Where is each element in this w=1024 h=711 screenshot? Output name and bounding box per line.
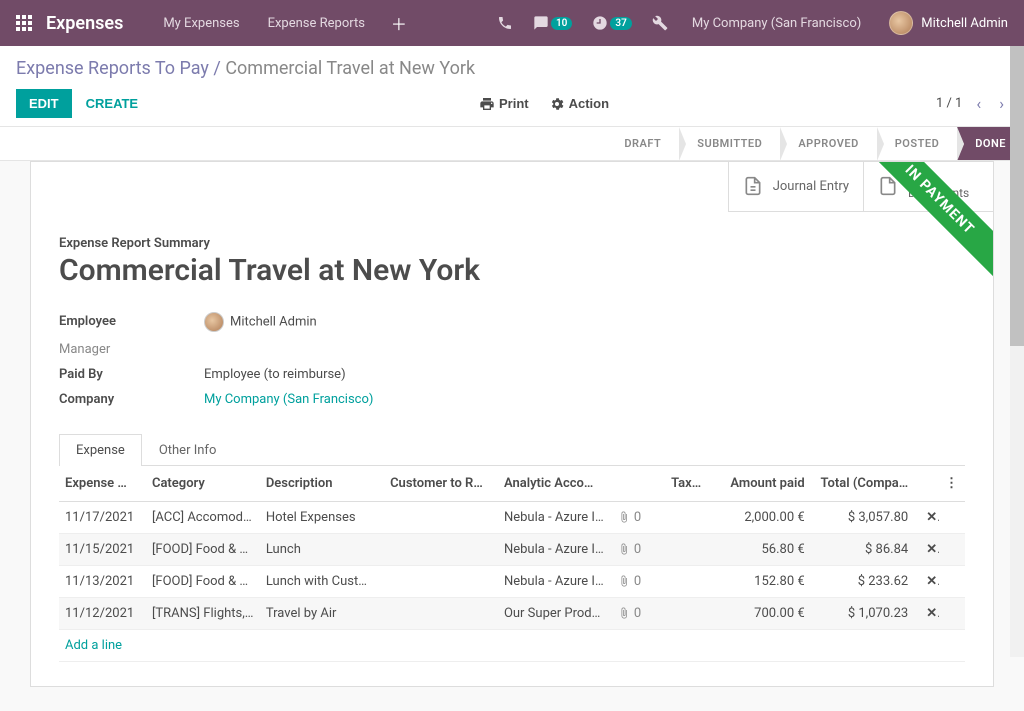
table-row[interactable]: 11/13/2021[FOOD] Food & …Lunch with Cust… [59, 565, 965, 597]
col-header[interactable]: Expense … [59, 466, 146, 502]
expense-table: Expense …CategoryDescriptionCustomer to … [59, 466, 965, 662]
col-header[interactable]: Description [260, 466, 384, 502]
scrollbar-thumb[interactable] [1010, 46, 1024, 346]
summary-label: Expense Report Summary [59, 236, 965, 251]
print-button[interactable]: Print [469, 90, 539, 118]
tabs: Expense Other Info [59, 433, 965, 466]
tab-expense[interactable]: Expense [59, 434, 142, 466]
table-row[interactable]: 11/12/2021[TRANS] Flights,…Travel by Air… [59, 597, 965, 629]
col-header[interactable] [612, 466, 664, 502]
new-icon[interactable]: ＋ [379, 11, 419, 35]
table-row[interactable]: 11/17/2021[ACC] Accomod…Hotel ExpensesNe… [59, 501, 965, 533]
messages-badge: 10 [551, 17, 572, 30]
col-header[interactable]: Analytic Acco… [498, 466, 612, 502]
top-navbar: Expenses My Expenses Expense Reports ＋ 1… [0, 0, 1024, 46]
status-bar: DRAFTSUBMITTEDAPPROVEDPOSTEDDONE [0, 126, 1024, 161]
activities-icon[interactable]: 37 [582, 15, 641, 31]
paidby-value: Employee (to reimburse) [204, 367, 346, 382]
tab-other-info[interactable]: Other Info [142, 434, 234, 466]
paidby-label: Paid By [59, 367, 204, 382]
manager-label: Manager [59, 342, 204, 357]
delete-row-icon[interactable]: ✕ [920, 542, 937, 557]
col-header[interactable]: Total (Compa… [811, 466, 915, 502]
paperclip-icon [618, 607, 630, 619]
col-header[interactable]: Tax… [664, 466, 708, 502]
app-title[interactable]: Expenses [46, 13, 123, 34]
status-step-posted[interactable]: POSTED [877, 127, 958, 160]
nav-expense-reports[interactable]: Expense Reports [254, 16, 379, 31]
phone-icon[interactable] [487, 15, 523, 31]
breadcrumb-current: Commercial Travel at New York [225, 58, 475, 79]
col-header[interactable]: Customer to R… [384, 466, 498, 502]
control-bar: Expense Reports To Pay / Commercial Trav… [0, 46, 1024, 126]
paperclip-icon [618, 543, 630, 555]
pager-next[interactable]: › [995, 90, 1008, 117]
nav-my-expenses[interactable]: My Expenses [149, 16, 253, 31]
paperclip-icon [618, 575, 630, 587]
pager: 1 / 1 ‹ › [936, 90, 1008, 117]
document-icon [743, 174, 763, 198]
employee-label: Employee [59, 314, 204, 329]
employee-avatar [204, 312, 224, 332]
form-sheet: Journal Entry 0 Documents IN PAYMENT Exp… [30, 161, 994, 687]
action-button[interactable]: Action [539, 90, 619, 118]
delete-row-icon[interactable]: ✕ [920, 510, 937, 525]
add-line-button[interactable]: Add a line [59, 629, 965, 661]
edit-button[interactable]: EDIT [16, 89, 72, 118]
page-title: Commercial Travel at New York [59, 253, 965, 288]
create-button[interactable]: CREATE [72, 90, 152, 117]
print-icon [479, 96, 495, 112]
journal-entry-button[interactable]: Journal Entry [728, 162, 863, 212]
paperclip-icon [618, 511, 630, 523]
delete-row-icon[interactable]: ✕ [920, 574, 937, 589]
status-step-submitted[interactable]: SUBMITTED [679, 127, 780, 160]
messages-icon[interactable]: 10 [523, 15, 582, 31]
pager-prev[interactable]: ‹ [972, 90, 985, 117]
tools-icon[interactable] [642, 15, 678, 31]
col-header[interactable]: Amount paid [707, 466, 811, 502]
breadcrumb-parent[interactable]: Expense Reports To Pay [16, 58, 209, 79]
scrollbar[interactable] [1010, 46, 1024, 657]
status-step-approved[interactable]: APPROVED [780, 127, 876, 160]
column-options[interactable]: ⋮ [939, 466, 965, 502]
delete-row-icon[interactable]: ✕ [920, 606, 937, 621]
avatar [889, 11, 913, 35]
gear-icon [549, 96, 565, 112]
status-step-draft[interactable]: DRAFT [606, 127, 679, 160]
company-value[interactable]: My Company (San Francisco) [204, 392, 373, 407]
table-row[interactable]: 11/15/2021[FOOD] Food & …LunchNebula - A… [59, 533, 965, 565]
activities-badge: 37 [610, 17, 631, 30]
user-name: Mitchell Admin [921, 16, 1008, 31]
employee-value: Mitchell Admin [204, 312, 317, 332]
apps-icon[interactable] [16, 15, 32, 31]
user-menu[interactable]: Mitchell Admin [875, 11, 1008, 35]
breadcrumb: Expense Reports To Pay / Commercial Trav… [16, 58, 1008, 79]
col-header[interactable]: Category [146, 466, 260, 502]
company-selector[interactable]: My Company (San Francisco) [678, 16, 875, 31]
pager-text: 1 / 1 [936, 96, 962, 111]
company-label: Company [59, 392, 204, 407]
